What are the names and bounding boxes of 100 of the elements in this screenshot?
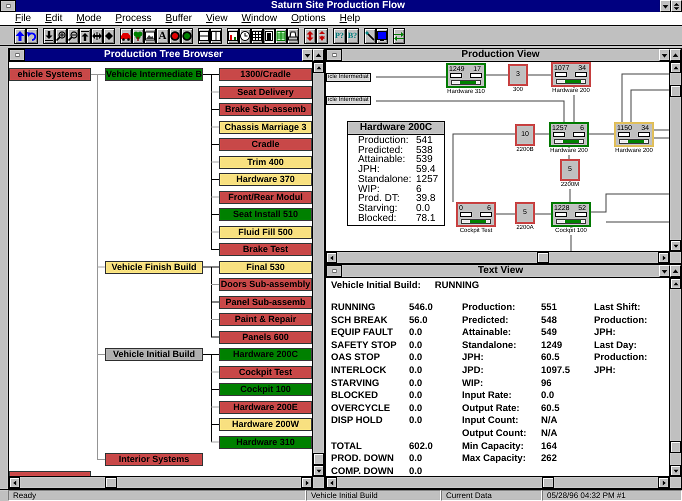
scroll-thumb[interactable] [670, 85, 681, 97]
tree-node[interactable]: Brake Test [219, 243, 312, 256]
maximize-button[interactable] [313, 49, 324, 61]
menu-item[interactable]: Buffer [164, 12, 198, 25]
toolbar-button[interactable] [251, 28, 263, 44]
toolbar-button[interactable] [91, 28, 103, 44]
minimize-button[interactable] [659, 49, 670, 61]
scroll-thumb[interactable] [313, 453, 324, 465]
menu-item[interactable]: Options [289, 12, 332, 25]
maximize-button[interactable] [670, 265, 681, 277]
tree-node[interactable]: Trim 400 [219, 156, 312, 168]
toolbar-button[interactable] [316, 28, 328, 44]
toolbar-button[interactable] [304, 28, 316, 44]
toolbar-button[interactable] [263, 28, 275, 44]
tree-node[interactable]: Vehicle Finish Build [105, 260, 203, 274]
tree-node[interactable]: Brake Sub-assemb [219, 103, 312, 116]
toolbar-button[interactable] [239, 28, 251, 44]
menu-item[interactable]: File [13, 12, 38, 25]
toolbar-button[interactable] [364, 28, 376, 44]
tree-node[interactable]: Vehicle Initial Build [105, 348, 203, 361]
menu-item[interactable]: Mode [74, 12, 108, 25]
scroll-up-button[interactable] [313, 62, 324, 73]
horizontal-scrollbar[interactable] [9, 476, 312, 488]
minimize-button[interactable] [660, 0, 671, 12]
scroll-thumb[interactable] [542, 477, 554, 488]
scroll-down-button[interactable] [313, 465, 324, 476]
tree-node[interactable]: Paint & Repair [219, 313, 312, 326]
toolbar-button[interactable] [227, 28, 239, 44]
tree-node[interactable]: Cockpit Test [219, 366, 312, 378]
vertical-scrollbar[interactable] [669, 278, 681, 476]
scroll-up-button[interactable] [670, 62, 681, 73]
scroll-thumb[interactable] [105, 477, 117, 488]
tree-node[interactable]: Vehicle Intermediate B [105, 68, 203, 81]
scroll-left-button[interactable] [326, 477, 337, 488]
toolbar-button[interactable] [120, 28, 132, 44]
system-menu-button[interactable] [326, 49, 342, 61]
toolbar-button[interactable] [275, 28, 287, 44]
tree-node[interactable]: Hardware 200W [219, 418, 312, 431]
tree-node[interactable]: Interior Systems [105, 453, 203, 466]
toolbar-button[interactable] [376, 28, 388, 44]
scroll-left-button[interactable] [326, 252, 337, 263]
system-menu-button[interactable] [0, 0, 16, 12]
toolbar-button[interactable] [287, 28, 299, 44]
tree-node[interactable]: Seat Install 510 [219, 208, 312, 221]
toolbar-button[interactable] [198, 28, 210, 44]
tree-node[interactable]: 1300/Cradle [219, 68, 312, 81]
toolbar-button[interactable] [393, 28, 405, 44]
system-menu-button[interactable] [9, 49, 25, 61]
scroll-right-button[interactable] [658, 252, 669, 263]
toolbar-button[interactable] [79, 28, 91, 44]
tree-node[interactable]: Hardware 200E [219, 400, 312, 414]
stat-value: N/A [541, 415, 558, 428]
scroll-down-button[interactable] [670, 465, 681, 476]
scroll-thumb[interactable] [670, 441, 681, 453]
restore-button[interactable] [671, 0, 682, 12]
tree-node[interactable]: ehicle Systems [9, 68, 91, 81]
scroll-left-button[interactable] [9, 477, 20, 488]
tree-node[interactable]: Fluid Fill 500 [219, 226, 312, 238]
menu-item[interactable]: View [204, 12, 234, 25]
toolbar-button[interactable] [67, 28, 79, 44]
minimize-button[interactable] [659, 265, 670, 277]
tree-node[interactable]: Panels 600 [219, 330, 312, 344]
menu-item[interactable]: Help [338, 12, 366, 25]
toolbar-button[interactable] [169, 28, 181, 44]
tree-node[interactable]: Hardware 370 [219, 173, 312, 186]
scroll-down-button[interactable] [670, 240, 681, 251]
system-menu-button[interactable] [326, 265, 342, 277]
tree-node[interactable]: Hardware 310 [219, 436, 312, 448]
toolbar-button[interactable] [181, 28, 193, 44]
minimize-button[interactable] [302, 49, 313, 61]
horizontal-scrollbar[interactable] [326, 251, 669, 263]
tree-node[interactable]: Front/Rear Modul [219, 190, 312, 204]
tree-node[interactable]: Cradle [219, 138, 312, 151]
scroll-right-button[interactable] [658, 477, 669, 488]
tree-node[interactable]: Hardware 200C [219, 348, 312, 361]
tree-node[interactable]: Final 530 [219, 260, 312, 274]
menu-item[interactable]: Process [113, 12, 158, 25]
toolbar-button[interactable] [26, 28, 38, 44]
tree-node[interactable]: Panel Sub-assemb [219, 296, 312, 308]
horizontal-scrollbar[interactable] [326, 476, 669, 488]
toolbar-button[interactable] [103, 28, 115, 44]
maximize-button[interactable] [670, 49, 681, 61]
toolbar-button[interactable]: A [156, 28, 169, 44]
vertical-scrollbar[interactable] [669, 62, 681, 251]
menu-item[interactable]: Edit [43, 12, 68, 25]
toolbar-button[interactable] [55, 28, 67, 44]
toolbar-button[interactable] [14, 28, 26, 44]
tree-node[interactable]: Chassis Marriage 3 [219, 120, 312, 134]
vertical-scrollbar[interactable] [312, 62, 324, 476]
scroll-up-button[interactable] [670, 278, 681, 289]
tree-node[interactable]: Seat Delivery [219, 86, 312, 98]
toolbar-button[interactable] [43, 28, 55, 44]
scroll-right-button[interactable] [301, 477, 312, 488]
scroll-thumb[interactable] [537, 252, 549, 263]
toolbar-button[interactable] [210, 28, 222, 44]
tree-node[interactable]: Doors Sub-assembly [219, 278, 312, 291]
menu-item[interactable]: Window [240, 12, 284, 25]
toolbar-button[interactable] [144, 28, 156, 44]
tree-node[interactable]: Cockpit 100 [219, 383, 312, 396]
toolbar-button[interactable] [132, 28, 144, 44]
